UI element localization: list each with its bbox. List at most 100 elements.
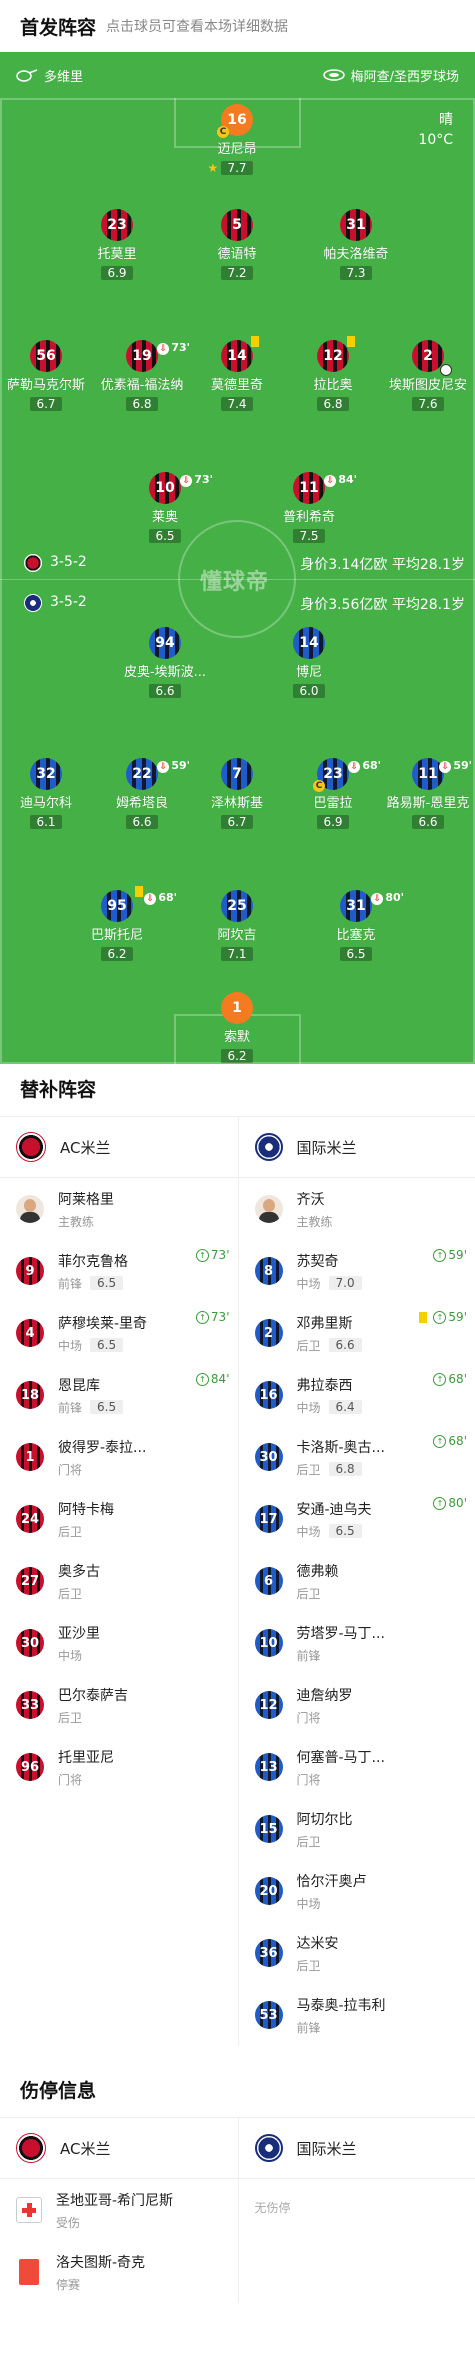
sub-player-row[interactable]: 30 卡洛斯-奥古... 后卫 6.8 ↑ 68' <box>239 1426 475 1488</box>
player-home[interactable]: 11 ⇩ 84' 普利希奇 7.5 <box>261 472 357 544</box>
player-away[interactable]: 23 C ⇩ 68' 巴雷拉 6.9 <box>285 758 381 830</box>
sub-on-time: ↑ 59' <box>433 1248 467 1262</box>
player-name: 彼得罗-泰拉... <box>58 1439 147 1456</box>
sub-player-row[interactable]: 12 迪詹纳罗 门将 <box>239 1674 475 1736</box>
player-home[interactable]: 14 莫德里奇 7.4 <box>189 336 285 412</box>
player-position-line: 后卫 <box>297 1585 339 1602</box>
sub-player-row[interactable]: 10 劳塔罗-马丁... 前锋 <box>239 1612 475 1674</box>
shirt-number: 2 <box>254 1319 283 1347</box>
sub-off-badge: ⇩ 59' <box>157 750 190 782</box>
sub-player-row[interactable]: 27 奥多古 后卫 <box>0 1550 238 1612</box>
pitch-topbar: 多维里 梅阿查/圣西罗球场 <box>0 52 475 98</box>
player-home[interactable]: 10 ⇩ 73' 莱奥 6.5 <box>117 472 213 544</box>
milan-logo-icon <box>16 2133 46 2163</box>
player-position-line: 中场 6.5 <box>297 1523 372 1540</box>
shirt-number: 30 <box>254 1443 283 1471</box>
coach-row[interactable]: 齐沃 主教练 <box>239 1178 475 1240</box>
sub-player-row[interactable]: 24 阿特卡梅 后卫 <box>0 1488 238 1550</box>
sub-off-badge: ⇩ 73' <box>157 332 190 364</box>
sub-player-row[interactable]: 2 邓弗里斯 后卫 6.6 ↑ 59' <box>239 1302 475 1364</box>
player-home[interactable]: 56 萨勒马克尔斯 6.7 <box>0 340 94 412</box>
sub-player-row[interactable]: 36 达米安 后卫 <box>239 1922 475 1984</box>
team-away[interactable]: 国际米兰 <box>237 2118 475 2178</box>
player-name: 巴尔泰萨吉 <box>58 1687 128 1704</box>
injury-row[interactable]: 洛夫图斯-奇克 停赛 <box>0 2241 238 2303</box>
yellow-card-icon <box>251 336 259 347</box>
player-position-line: 门将 <box>58 1771 114 1788</box>
player-away[interactable]: 94 皮奥-埃斯波... 6.6 <box>117 627 213 699</box>
team-away[interactable]: 国际米兰 <box>237 1117 475 1177</box>
player-away[interactable]: 22 ⇩ 59' 姆希塔良 6.6 <box>94 758 190 830</box>
player-home[interactable]: 19 ⇩ 73' 优素福-福法纳 6.8 <box>94 340 190 412</box>
player-name: 劳塔罗-马丁... <box>296 1625 385 1642</box>
shirt-number: 30 <box>16 1629 44 1657</box>
inter-logo-icon <box>24 594 42 612</box>
player-away[interactable]: 14 博尼 6.0 <box>261 627 357 699</box>
home-subs-list: 阿莱格里 主教练 9 菲尔克鲁格 前锋 6.5 ↑ 73' 4 萨穆埃莱-里奇 中场 6.5 ↑ 73' 1… <box>0 1178 238 2046</box>
sub-player-row[interactable]: 9 菲尔克鲁格 前锋 6.5 ↑ 73' <box>0 1240 238 1302</box>
sub-player-row[interactable]: 33 巴尔泰萨吉 后卫 <box>0 1674 238 1736</box>
player-rating: 6.4 <box>328 1400 362 1414</box>
coach-avatar <box>254 1195 283 1223</box>
player-away-gk[interactable]: 1 索默 6.2 <box>189 992 285 1064</box>
shirt-number: 53 <box>254 2001 283 2029</box>
subs-title: 替补阵容 <box>20 1079 97 1101</box>
sub-player-row[interactable]: 96 托里亚尼门将 <box>0 1736 238 1798</box>
player-name: 卡洛斯-奥古... <box>296 1439 385 1456</box>
sub-player-row[interactable]: 4 萨穆埃莱-里奇 中场 6.5 ↑ 73' <box>0 1302 238 1364</box>
shirt-number: 9 <box>16 1257 44 1285</box>
player-position-line: 中场 <box>58 1647 100 1664</box>
player-home[interactable]: 31 帕夫洛维奇 7.3 <box>308 209 404 281</box>
player-away[interactable]: 25 阿坎吉 7.1 <box>189 890 285 962</box>
medical-cross-icon <box>16 2197 42 2223</box>
player-position-line: 后卫 <box>297 1833 353 1850</box>
player-away[interactable]: 11 ⇩ 59' 路易斯-恩里克 6.6 <box>380 758 475 830</box>
no-injury-text: 无伤停 <box>254 2201 291 2215</box>
player-away[interactable]: 7 泽林斯基 6.7 <box>189 758 285 830</box>
player-home[interactable]: 12 拉比奥 6.8 <box>285 336 381 412</box>
sub-on-icon: ↑ <box>433 1248 447 1262</box>
player-away[interactable]: 31 ⇩ 80' 比塞克 6.5 <box>308 890 404 962</box>
player-home[interactable]: 2 埃斯图皮尼安 7.6 <box>380 340 475 412</box>
player-position: 门将 <box>296 1710 321 1725</box>
player-rating: 6.5 <box>90 1400 124 1414</box>
page-title: 首发阵容 <box>20 16 97 39</box>
player-home-gk[interactable]: 16 C 迈尼昂 ★ 7.7 <box>189 104 285 176</box>
sub-player-row[interactable]: 1 彼得罗-泰拉... 门将 <box>0 1426 238 1488</box>
away-injury-list: 无伤停 <box>237 2179 475 2303</box>
team-home[interactable]: AC米兰 <box>0 1117 238 1177</box>
player-rating: 6.5 <box>328 1524 362 1538</box>
player-away[interactable]: 32 迪马尔科 6.1 <box>0 758 94 830</box>
coach-row[interactable]: 阿莱格里 主教练 <box>0 1178 238 1240</box>
injury-row[interactable]: 圣地亚哥-希门尼斯 受伤 <box>0 2179 238 2241</box>
player-away[interactable]: 95 ⇩ 68' 巴斯托尼 6.2 <box>69 886 177 962</box>
yellow-card-icon <box>135 886 143 897</box>
sub-player-row[interactable]: 6 德弗赖 后卫 <box>239 1550 475 1612</box>
shirt-number: 96 <box>16 1753 44 1781</box>
sub-player-row[interactable]: 53 马泰奥-拉韦利 前锋 <box>239 1984 475 2046</box>
red-card-icon <box>19 2259 39 2285</box>
player-home[interactable]: 23 托莫里 6.9 <box>69 209 165 281</box>
sub-player-row[interactable]: 16 弗拉泰西 中场 6.4 ↑ 68' <box>239 1364 475 1426</box>
injury-title: 伤停信息 <box>20 2080 97 2102</box>
sub-player-row[interactable]: 8 苏契奇 中场 7.0 ↑ 59' <box>239 1240 475 1302</box>
team-home[interactable]: AC米兰 <box>0 2118 238 2178</box>
shirt-number: 1 <box>16 1443 44 1471</box>
lineup-header: 首发阵容 点击球员可查看本场详细数据 <box>0 0 475 53</box>
sub-player-row[interactable]: 15 阿切尔比 后卫 <box>239 1798 475 1860</box>
sub-on-icon: ↑ <box>433 1434 447 1448</box>
sub-player-row[interactable]: 30 亚沙里 中场 <box>0 1612 238 1674</box>
player-position: 后卫 <box>296 1586 321 1601</box>
player-name: 托里亚尼 <box>58 1749 114 1766</box>
sub-player-row[interactable]: 20 恰尔汗奥卢 中场 <box>239 1860 475 1922</box>
sub-player-row[interactable]: 13 何塞普-马丁... 门将 <box>239 1736 475 1798</box>
sub-time: 73' <box>210 1248 230 1262</box>
player-position: 后卫 <box>296 1834 321 1849</box>
sub-player-row[interactable]: 18 恩昆库 前锋 6.5 ↑ 84' <box>0 1364 238 1426</box>
sub-time: 68' <box>448 1434 467 1448</box>
player-position: 中场 <box>296 1896 321 1911</box>
player-position-line: 后卫 <box>58 1585 100 1602</box>
sub-player-row[interactable]: 17 安通-迪乌夫 中场 6.5 ↑ 80' <box>239 1488 475 1550</box>
player-home[interactable]: 5 德语特 7.2 <box>189 209 285 281</box>
sub-off-badge: ⇩ 73' <box>180 464 213 496</box>
